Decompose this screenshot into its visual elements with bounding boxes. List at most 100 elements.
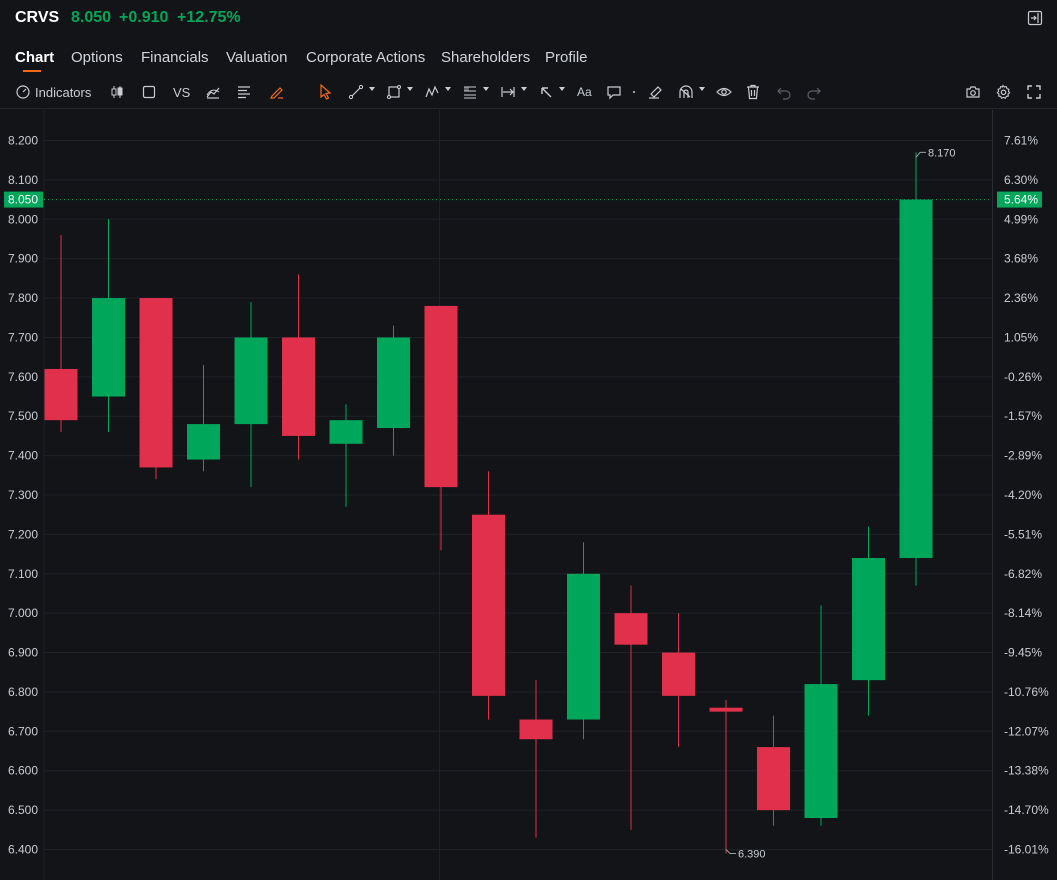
indicators-label: Indicators	[35, 84, 92, 100]
candlestick-icon	[111, 86, 123, 98]
tab-chart[interactable]: Chart	[15, 49, 54, 66]
percent-tick-label: 1.05%	[1004, 330, 1038, 344]
tab-options[interactable]: Options	[71, 49, 123, 66]
candle-body	[187, 424, 220, 460]
chevron-down-icon[interactable]	[521, 87, 527, 91]
dot-icon	[633, 91, 635, 93]
candle-body	[614, 613, 648, 645]
candle-body	[567, 573, 600, 720]
chevron-down-icon[interactable]	[407, 87, 413, 91]
price-chart[interactable]: 8.200 8.100 8.000 7.900 7.800 7.700 7.600 7.500…	[0, 110, 1057, 880]
measure-icon	[501, 87, 515, 97]
trendline-icon	[348, 84, 364, 100]
percent-tick-label: -4.20%	[1004, 488, 1042, 502]
percent-tick-label: -10.76%	[1004, 685, 1049, 699]
percent-tick-label: -8.14%	[1004, 606, 1042, 620]
gauge-icon	[16, 85, 30, 99]
chevron-down-icon[interactable]	[483, 87, 489, 91]
y-tick-label: 6.900	[8, 646, 38, 660]
arrow-up-left-icon	[541, 87, 552, 98]
chart-template-icon	[206, 87, 220, 99]
candle-body	[804, 684, 838, 818]
percent-tick-label: -9.45%	[1004, 646, 1042, 660]
candle-body	[377, 337, 410, 429]
comment-button[interactable]	[606, 78, 622, 106]
gear-icon	[996, 84, 1011, 100]
tab-shareholders[interactable]: Shareholders	[441, 49, 530, 66]
candle-body	[234, 337, 268, 425]
fullscreen-icon	[1027, 85, 1041, 99]
y-tick-label: 7.200	[8, 527, 38, 541]
percent-tick-label: -12.07%	[1004, 724, 1049, 738]
redo-icon	[807, 87, 821, 100]
fib-button[interactable]	[462, 78, 478, 106]
candle-body	[519, 719, 553, 740]
quote-header: CRVS 8.050 +0.910 +12.75%	[0, 0, 1057, 38]
arrow-tool-button[interactable]	[539, 78, 553, 106]
active-tab-indicator	[23, 70, 41, 72]
candle-body	[92, 298, 125, 397]
chevron-down-icon[interactable]	[445, 87, 451, 91]
fibonacci-icon	[464, 86, 476, 99]
chevron-down-icon[interactable]	[369, 87, 375, 91]
y-tick-label: 7.400	[8, 449, 38, 463]
candle-body	[282, 337, 315, 436]
y-tick-label: 6.400	[8, 843, 38, 857]
candlestick-chart[interactable]: 8.200 8.100 8.000 7.900 7.800 7.700 7.600 7.500…	[0, 110, 1057, 880]
indicators-button[interactable]: Indicators	[15, 78, 91, 106]
y-tick-label: 7.700	[8, 330, 38, 344]
compare-button[interactable]: VS	[173, 78, 190, 106]
dot-separator	[632, 78, 636, 106]
screenshot-button[interactable]	[965, 78, 981, 106]
y-tick-label: 8.200	[8, 134, 38, 148]
percent-tick-label: -1.57%	[1004, 409, 1042, 423]
current-price-label: 8.050	[8, 193, 38, 207]
y-tick-label: 7.600	[8, 370, 38, 384]
magnet-button[interactable]	[677, 78, 695, 106]
percent-tick-label: 6.30%	[1004, 173, 1038, 187]
zigzag-icon	[425, 85, 439, 98]
fullscreen-button[interactable]	[1027, 78, 1041, 106]
y-tick-label: 7.500	[8, 409, 38, 423]
text-tool-button[interactable]: Aa	[577, 78, 592, 106]
exit-icon[interactable]	[1027, 10, 1043, 26]
delete-button[interactable]	[746, 78, 760, 106]
shapes-button[interactable]	[386, 78, 402, 106]
y-tick-label: 7.000	[8, 606, 38, 620]
candle-body	[424, 305, 458, 488]
templates-button[interactable]	[205, 78, 221, 106]
measure-button[interactable]	[500, 78, 516, 106]
comment-icon	[607, 86, 621, 100]
y-tick-label: 7.800	[8, 291, 38, 305]
pattern-button[interactable]	[424, 78, 440, 106]
redo-button[interactable]	[806, 78, 822, 106]
y-tick-label: 6.500	[8, 803, 38, 817]
trendline-button[interactable]	[348, 78, 364, 106]
cursor-arrow-icon	[320, 84, 332, 100]
visibility-button[interactable]	[716, 78, 732, 106]
cursor-button[interactable]	[319, 78, 333, 106]
percent-tick-label: 3.68%	[1004, 252, 1038, 266]
tab-financials[interactable]: Financials	[141, 49, 209, 66]
low-marker-label: 6.390	[738, 848, 766, 860]
undo-button[interactable]	[776, 78, 792, 106]
brush-button[interactable]	[269, 78, 285, 106]
percent-tick-label: -6.82%	[1004, 567, 1042, 581]
candle-body	[44, 368, 78, 421]
y-tick-label: 6.800	[8, 685, 38, 699]
tab-corporate-actions[interactable]: Corporate Actions	[306, 49, 425, 66]
eraser-button[interactable]	[647, 78, 663, 106]
chevron-down-icon[interactable]	[699, 87, 705, 91]
percent-tick-label: 2.36%	[1004, 291, 1038, 305]
chevron-down-icon[interactable]	[559, 87, 565, 91]
y-tick-label: 8.100	[8, 173, 38, 187]
candle-type-button[interactable]	[109, 78, 125, 106]
text-align-button[interactable]	[237, 78, 251, 106]
rectangle-button[interactable]	[142, 78, 156, 106]
settings-button[interactable]	[995, 78, 1011, 106]
candle-body	[662, 652, 695, 696]
last-price: 8.050	[71, 9, 112, 26]
tab-valuation[interactable]: Valuation	[226, 49, 287, 66]
percent-tick-label: -2.89%	[1004, 449, 1042, 463]
tab-profile[interactable]: Profile	[545, 49, 588, 66]
